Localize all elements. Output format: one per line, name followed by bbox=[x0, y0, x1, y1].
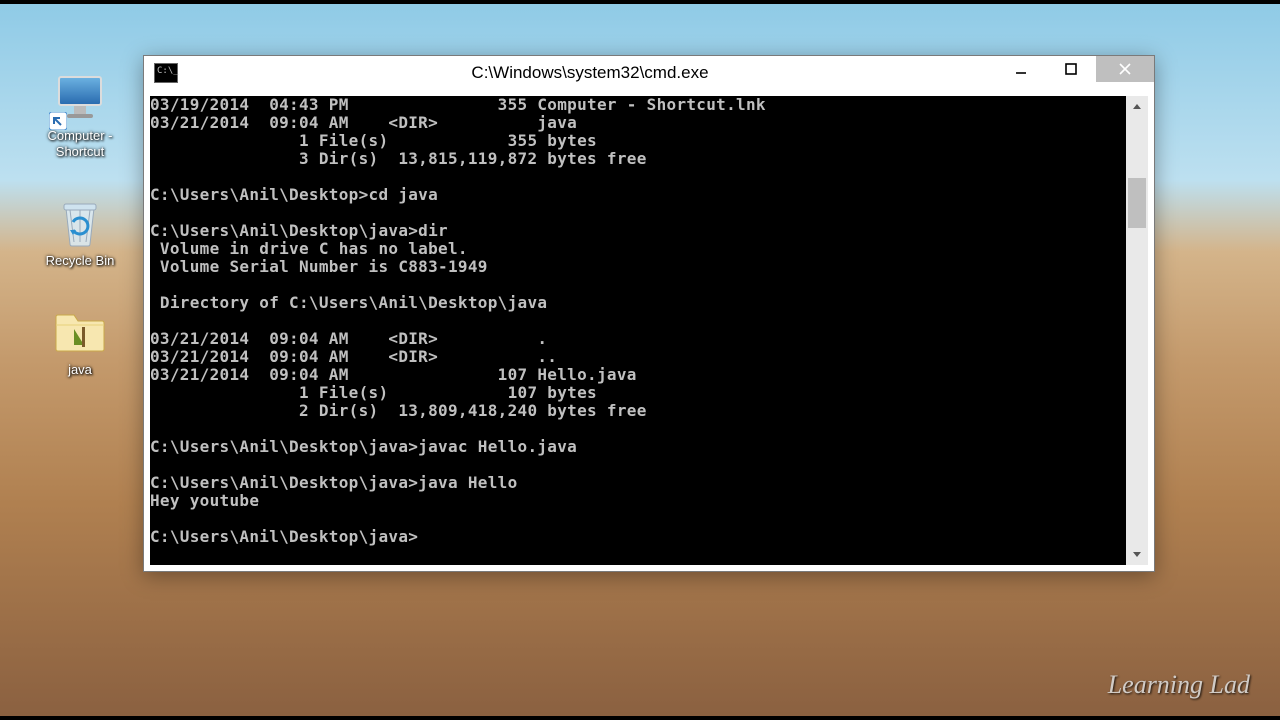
scroll-down-button[interactable] bbox=[1126, 543, 1148, 565]
vertical-scrollbar[interactable] bbox=[1126, 96, 1148, 565]
desktop-icon-computer-shortcut[interactable]: Computer - Shortcut bbox=[30, 70, 130, 160]
titlebar[interactable]: C:\Windows\system32\cmd.exe bbox=[144, 56, 1154, 90]
minimize-button[interactable] bbox=[996, 56, 1046, 82]
console-output[interactable]: 03/19/2014 04:43 PM 355 Computer - Short… bbox=[150, 96, 1126, 565]
shortcut-arrow-icon bbox=[49, 112, 67, 130]
window-client-area: 03/19/2014 04:43 PM 355 Computer - Short… bbox=[150, 96, 1148, 565]
letterbox-bottom bbox=[0, 716, 1280, 720]
window-controls bbox=[996, 56, 1154, 90]
letterbox-top bbox=[0, 0, 1280, 4]
cmd-system-icon[interactable] bbox=[154, 63, 178, 83]
scrollbar-thumb[interactable] bbox=[1128, 178, 1146, 228]
scrollbar-track[interactable] bbox=[1126, 118, 1148, 543]
desktop-icon-java-folder[interactable]: java bbox=[30, 304, 130, 378]
recycle-bin-icon bbox=[53, 195, 107, 249]
desktop-icon-recycle-bin[interactable]: Recycle Bin bbox=[30, 195, 130, 269]
window-title: C:\Windows\system32\cmd.exe bbox=[184, 63, 996, 83]
scroll-up-button[interactable] bbox=[1126, 96, 1148, 118]
maximize-button[interactable] bbox=[1046, 56, 1096, 82]
desktop-icon-area: Computer - Shortcut Recycle Bin bbox=[30, 70, 140, 413]
folder-icon bbox=[53, 304, 107, 358]
close-button[interactable] bbox=[1096, 56, 1154, 82]
desktop-icon-label: Recycle Bin bbox=[46, 253, 115, 269]
cmd-window: C:\Windows\system32\cmd.exe 03/19/2014 0… bbox=[143, 55, 1155, 572]
computer-icon bbox=[53, 70, 107, 124]
video-watermark: Learning Lad bbox=[1108, 670, 1250, 700]
desktop-icon-label: java bbox=[68, 362, 92, 378]
desktop-icon-label: Computer - Shortcut bbox=[30, 128, 130, 160]
